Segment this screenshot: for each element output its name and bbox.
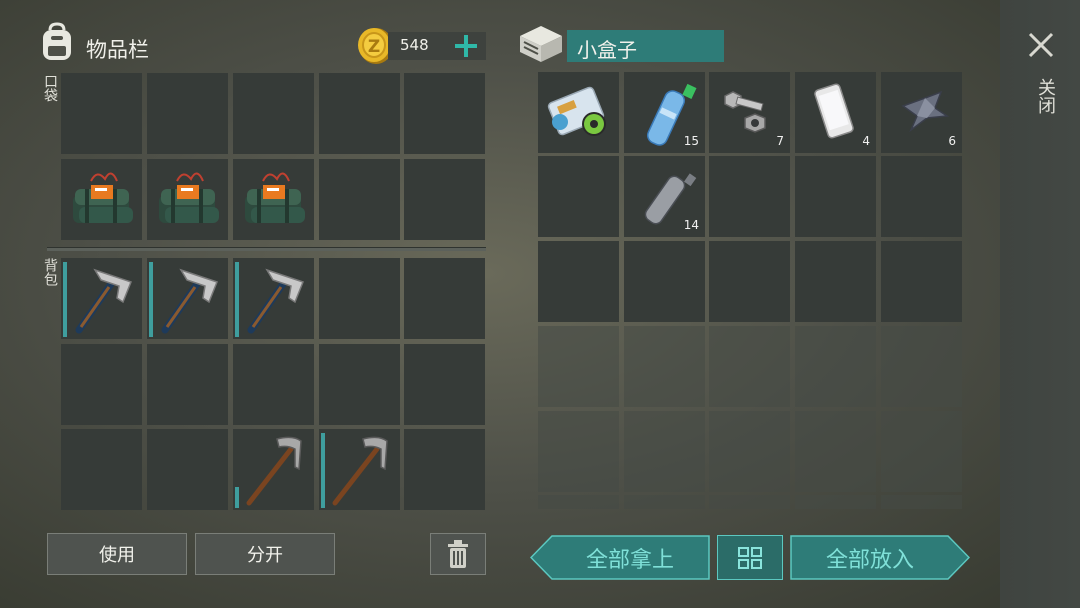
pocket-slot[interactable] [319, 73, 400, 154]
container-slot[interactable] [709, 241, 790, 322]
take-all-button[interactable]: 全部拿上 [530, 535, 710, 580]
pocket-slot[interactable] [147, 73, 228, 154]
backpack-slot[interactable] [233, 344, 314, 425]
backpack-slot[interactable] [404, 429, 485, 510]
backpack-slot[interactable] [61, 344, 142, 425]
container-slot-locked [624, 326, 705, 407]
container-slot-map[interactable] [538, 72, 619, 153]
pocket-slot[interactable] [319, 159, 400, 240]
use-button[interactable]: 使用 [47, 533, 187, 575]
container-slot-locked [795, 495, 876, 509]
backpack-slot-hammer[interactable] [61, 258, 142, 339]
container-slot[interactable] [538, 156, 619, 237]
hammer-icon [161, 268, 218, 334]
container-slot[interactable] [881, 241, 962, 322]
container-slot-locked [795, 326, 876, 407]
pocket-slot-c4[interactable] [147, 159, 228, 240]
sort-grid-icon [738, 546, 762, 569]
backpack-slot-hammer[interactable] [147, 258, 228, 339]
container-slot-locked [624, 411, 705, 492]
pocket-slot[interactable] [404, 73, 485, 154]
item-count: 15 [683, 134, 699, 148]
container-slot[interactable] [881, 156, 962, 237]
pickaxe-icon [332, 436, 388, 506]
backpack-slot[interactable] [319, 258, 400, 339]
container-slot-locked [709, 495, 790, 509]
sort-button[interactable] [717, 535, 783, 580]
split-button[interactable]: 分开 [195, 533, 335, 575]
container-slot-empty-bottle[interactable]: 14 [624, 156, 705, 237]
take-all-label: 全部拿上 [585, 547, 674, 573]
hammer-icon [247, 268, 304, 334]
backpack-slot[interactable] [147, 429, 228, 510]
inventory-title: 物品栏 [86, 38, 149, 62]
container-slot-phone[interactable]: 4 [795, 72, 876, 153]
backpack-label: 背包 [42, 258, 58, 286]
backpack-slot-hammer[interactable] [233, 258, 314, 339]
map-biohazard-icon [547, 86, 606, 136]
trash-icon [448, 540, 468, 568]
pocket-slot-c4[interactable] [61, 159, 142, 240]
container-slot-locked [709, 411, 790, 492]
container-slot[interactable] [538, 241, 619, 322]
backpack-slot[interactable] [61, 429, 142, 510]
container-slot[interactable] [795, 241, 876, 322]
backpack-slot-pickaxe[interactable] [233, 429, 314, 510]
container-slot-bolt[interactable]: 7 [709, 72, 790, 153]
put-all-label: 全部放入 [825, 547, 914, 573]
close-label: 关闭 [1035, 78, 1056, 114]
item-count: 7 [776, 134, 784, 148]
hammer-icon [75, 268, 132, 334]
container-slot-locked [538, 326, 619, 407]
container-slot-locked [538, 495, 619, 509]
close-icon [1028, 32, 1054, 58]
coin-count: 548 [400, 36, 429, 54]
pocket-label: 口袋 [42, 74, 58, 102]
container-slot-locked [881, 326, 962, 407]
container-slot[interactable] [624, 241, 705, 322]
svg-text:Z: Z [368, 37, 380, 57]
backpack-slot-pickaxe[interactable] [319, 429, 400, 510]
backpack-slot[interactable] [319, 344, 400, 425]
put-all-button[interactable]: 全部放入 [790, 535, 970, 580]
backpack-slot[interactable] [404, 344, 485, 425]
container-slot[interactable] [795, 156, 876, 237]
item-count: 4 [862, 134, 870, 148]
container-slot-locked [709, 326, 790, 407]
box-icon [518, 24, 564, 64]
backpack-icon [38, 22, 76, 62]
pickaxe-icon [246, 436, 302, 506]
pocket-slot[interactable] [404, 159, 485, 240]
add-coins-button[interactable] [452, 32, 480, 60]
c4-explosive-icon [159, 172, 219, 223]
section-divider [47, 247, 486, 251]
container-slot-locked [795, 411, 876, 492]
trash-button[interactable] [430, 533, 486, 575]
container-slot-locked [538, 411, 619, 492]
pocket-slot[interactable] [61, 73, 142, 154]
close-button[interactable]: 关闭 [1020, 28, 1064, 128]
container-slot-scrap[interactable]: 6 [881, 72, 962, 153]
container-title: 小盒子 [577, 38, 637, 62]
pocket-slot-c4[interactable] [233, 159, 314, 240]
c4-explosive-icon [73, 172, 133, 223]
plus-icon [455, 35, 477, 57]
backpack-slot[interactable] [147, 344, 228, 425]
item-count: 14 [683, 218, 699, 232]
backpack-slot[interactable] [404, 258, 485, 339]
item-count: 6 [948, 134, 956, 148]
container-slot-locked [624, 495, 705, 509]
container-slot-locked [881, 411, 962, 492]
c4-explosive-icon [245, 172, 305, 223]
container-slot-water[interactable]: 15 [624, 72, 705, 153]
container-slot-locked [881, 495, 962, 509]
container-slot[interactable] [709, 156, 790, 237]
pocket-slot[interactable] [233, 73, 314, 154]
